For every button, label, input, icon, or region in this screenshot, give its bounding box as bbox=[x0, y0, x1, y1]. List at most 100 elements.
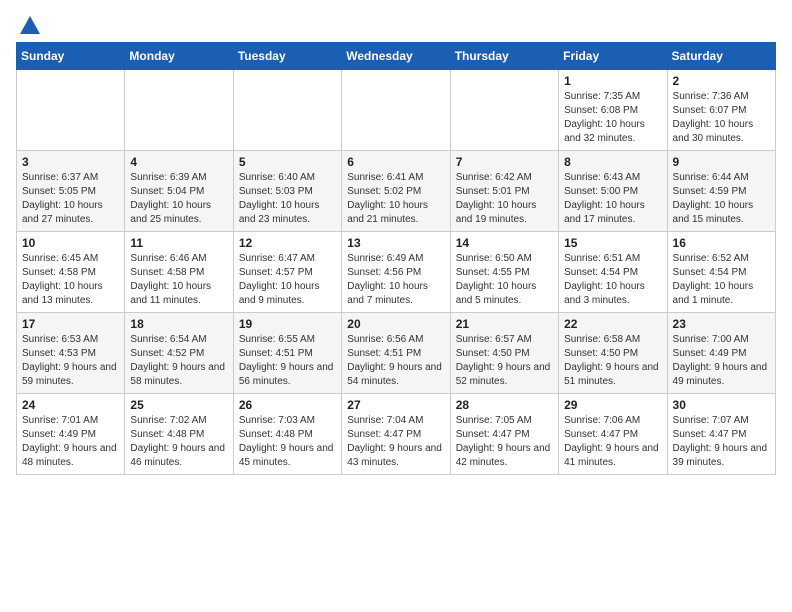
logo bbox=[16, 16, 40, 32]
day-number: 25 bbox=[130, 398, 227, 412]
calendar-cell: 25 Sunrise: 7:02 AM Sunset: 4:48 PM Dayli… bbox=[125, 394, 233, 475]
day-number: 22 bbox=[564, 317, 661, 331]
day-info: Sunrise: 7:06 AM Sunset: 4:47 PM Dayligh… bbox=[564, 414, 661, 470]
calendar-cell: 11 Sunrise: 6:46 AM Sunset: 4:58 PM Dayli… bbox=[125, 232, 233, 313]
day-number: 2 bbox=[673, 74, 770, 88]
day-info: Sunrise: 6:51 AM Sunset: 4:54 PM Dayligh… bbox=[564, 252, 661, 308]
day-info: Sunrise: 6:40 AM Sunset: 5:03 PM Dayligh… bbox=[239, 171, 336, 227]
calendar-cell: 19 Sunrise: 6:55 AM Sunset: 4:51 PM Dayli… bbox=[233, 313, 341, 394]
day-number: 17 bbox=[22, 317, 119, 331]
day-info: Sunrise: 6:57 AM Sunset: 4:50 PM Dayligh… bbox=[456, 333, 553, 389]
day-number: 15 bbox=[564, 236, 661, 250]
day-info: Sunrise: 7:07 AM Sunset: 4:47 PM Dayligh… bbox=[673, 414, 770, 470]
day-info: Sunrise: 6:45 AM Sunset: 4:58 PM Dayligh… bbox=[22, 252, 119, 308]
calendar-cell bbox=[450, 70, 558, 151]
day-info: Sunrise: 6:47 AM Sunset: 4:57 PM Dayligh… bbox=[239, 252, 336, 308]
day-number: 6 bbox=[347, 155, 444, 169]
calendar-cell: 17Sunrise: 6:53 AM Sunset: 4:53 PM Dayli… bbox=[17, 313, 125, 394]
day-number: 29 bbox=[564, 398, 661, 412]
day-info: Sunrise: 6:56 AM Sunset: 4:51 PM Dayligh… bbox=[347, 333, 444, 389]
calendar-cell: 12 Sunrise: 6:47 AM Sunset: 4:57 PM Dayli… bbox=[233, 232, 341, 313]
day-info: Sunrise: 7:05 AM Sunset: 4:47 PM Dayligh… bbox=[456, 414, 553, 470]
day-info: Sunrise: 6:39 AM Sunset: 5:04 PM Dayligh… bbox=[130, 171, 227, 227]
day-number: 3 bbox=[22, 155, 119, 169]
day-number: 12 bbox=[239, 236, 336, 250]
day-number: 18 bbox=[130, 317, 227, 331]
day-number: 21 bbox=[456, 317, 553, 331]
day-info: Sunrise: 7:02 AM Sunset: 4:48 PM Dayligh… bbox=[130, 414, 227, 470]
day-info: Sunrise: 6:49 AM Sunset: 4:56 PM Dayligh… bbox=[347, 252, 444, 308]
calendar-cell: 16 Sunrise: 6:52 AM Sunset: 4:54 PM Dayli… bbox=[667, 232, 775, 313]
weekday-header: Friday bbox=[559, 43, 667, 70]
day-number: 9 bbox=[673, 155, 770, 169]
calendar-cell: 23Sunrise: 7:00 AM Sunset: 4:49 PM Dayli… bbox=[667, 313, 775, 394]
day-number: 19 bbox=[239, 317, 336, 331]
calendar-cell: 4 Sunrise: 6:39 AM Sunset: 5:04 PM Daylig… bbox=[125, 151, 233, 232]
day-number: 13 bbox=[347, 236, 444, 250]
day-info: Sunrise: 6:46 AM Sunset: 4:58 PM Dayligh… bbox=[130, 252, 227, 308]
day-info: Sunrise: 7:36 AM Sunset: 6:07 PM Dayligh… bbox=[673, 90, 770, 146]
day-info: Sunrise: 6:50 AM Sunset: 4:55 PM Dayligh… bbox=[456, 252, 553, 308]
calendar-table: SundayMondayTuesdayWednesdayThursdayFrid… bbox=[16, 42, 776, 475]
day-info: Sunrise: 6:52 AM Sunset: 4:54 PM Dayligh… bbox=[673, 252, 770, 308]
calendar-cell: 22Sunrise: 6:58 AM Sunset: 4:50 PM Dayli… bbox=[559, 313, 667, 394]
day-info: Sunrise: 6:43 AM Sunset: 5:00 PM Dayligh… bbox=[564, 171, 661, 227]
calendar-cell: 1 Sunrise: 7:35 AM Sunset: 6:08 PM Daylig… bbox=[559, 70, 667, 151]
calendar-cell: 21 Sunrise: 6:57 AM Sunset: 4:50 PM Dayli… bbox=[450, 313, 558, 394]
day-info: Sunrise: 7:01 AM Sunset: 4:49 PM Dayligh… bbox=[22, 414, 119, 470]
calendar-cell bbox=[233, 70, 341, 151]
calendar-cell: 7 Sunrise: 6:42 AM Sunset: 5:01 PM Daylig… bbox=[450, 151, 558, 232]
calendar-week-row: 17Sunrise: 6:53 AM Sunset: 4:53 PM Dayli… bbox=[17, 313, 776, 394]
logo-triangle-icon bbox=[20, 16, 40, 34]
day-info: Sunrise: 7:04 AM Sunset: 4:47 PM Dayligh… bbox=[347, 414, 444, 470]
day-number: 26 bbox=[239, 398, 336, 412]
calendar-cell: 10Sunrise: 6:45 AM Sunset: 4:58 PM Dayli… bbox=[17, 232, 125, 313]
day-info: Sunrise: 6:55 AM Sunset: 4:51 PM Dayligh… bbox=[239, 333, 336, 389]
calendar-cell: 5 Sunrise: 6:40 AM Sunset: 5:03 PM Daylig… bbox=[233, 151, 341, 232]
calendar-cell: 27 Sunrise: 7:04 AM Sunset: 4:47 PM Dayli… bbox=[342, 394, 450, 475]
calendar-cell bbox=[342, 70, 450, 151]
calendar-cell: 9 Sunrise: 6:44 AM Sunset: 4:59 PM Daylig… bbox=[667, 151, 775, 232]
day-number: 8 bbox=[564, 155, 661, 169]
page-header bbox=[16, 16, 776, 32]
calendar-header-row: SundayMondayTuesdayWednesdayThursdayFrid… bbox=[17, 43, 776, 70]
day-number: 23 bbox=[673, 317, 770, 331]
calendar-cell: 28 Sunrise: 7:05 AM Sunset: 4:47 PM Dayli… bbox=[450, 394, 558, 475]
day-info: Sunrise: 7:03 AM Sunset: 4:48 PM Dayligh… bbox=[239, 414, 336, 470]
calendar-cell: 30 Sunrise: 7:07 AM Sunset: 4:47 PM Dayli… bbox=[667, 394, 775, 475]
calendar-week-row: 10Sunrise: 6:45 AM Sunset: 4:58 PM Dayli… bbox=[17, 232, 776, 313]
day-number: 1 bbox=[564, 74, 661, 88]
day-number: 4 bbox=[130, 155, 227, 169]
day-number: 16 bbox=[673, 236, 770, 250]
day-number: 20 bbox=[347, 317, 444, 331]
day-number: 30 bbox=[673, 398, 770, 412]
day-info: Sunrise: 6:37 AM Sunset: 5:05 PM Dayligh… bbox=[22, 171, 119, 227]
calendar-cell: 6Sunrise: 6:41 AM Sunset: 5:02 PM Daylig… bbox=[342, 151, 450, 232]
weekday-header: Saturday bbox=[667, 43, 775, 70]
calendar-cell: 8 Sunrise: 6:43 AM Sunset: 5:00 PM Daylig… bbox=[559, 151, 667, 232]
calendar-cell: 18 Sunrise: 6:54 AM Sunset: 4:52 PM Dayli… bbox=[125, 313, 233, 394]
weekday-header: Tuesday bbox=[233, 43, 341, 70]
weekday-header: Monday bbox=[125, 43, 233, 70]
weekday-header: Wednesday bbox=[342, 43, 450, 70]
calendar-cell: 14Sunrise: 6:50 AM Sunset: 4:55 PM Dayli… bbox=[450, 232, 558, 313]
weekday-header: Sunday bbox=[17, 43, 125, 70]
calendar-cell: 13 Sunrise: 6:49 AM Sunset: 4:56 PM Dayli… bbox=[342, 232, 450, 313]
calendar-cell: 15 Sunrise: 6:51 AM Sunset: 4:54 PM Dayli… bbox=[559, 232, 667, 313]
calendar-week-row: 3 Sunrise: 6:37 AM Sunset: 5:05 PM Daylig… bbox=[17, 151, 776, 232]
day-info: Sunrise: 6:44 AM Sunset: 4:59 PM Dayligh… bbox=[673, 171, 770, 227]
day-number: 27 bbox=[347, 398, 444, 412]
day-info: Sunrise: 6:54 AM Sunset: 4:52 PM Dayligh… bbox=[130, 333, 227, 389]
day-info: Sunrise: 7:35 AM Sunset: 6:08 PM Dayligh… bbox=[564, 90, 661, 146]
day-info: Sunrise: 6:42 AM Sunset: 5:01 PM Dayligh… bbox=[456, 171, 553, 227]
day-number: 28 bbox=[456, 398, 553, 412]
calendar-week-row: 1 Sunrise: 7:35 AM Sunset: 6:08 PM Daylig… bbox=[17, 70, 776, 151]
day-number: 5 bbox=[239, 155, 336, 169]
day-number: 24 bbox=[22, 398, 119, 412]
day-number: 11 bbox=[130, 236, 227, 250]
calendar-cell: 24 Sunrise: 7:01 AM Sunset: 4:49 PM Dayli… bbox=[17, 394, 125, 475]
weekday-header: Thursday bbox=[450, 43, 558, 70]
calendar-cell: 26 Sunrise: 7:03 AM Sunset: 4:48 PM Dayli… bbox=[233, 394, 341, 475]
day-number: 7 bbox=[456, 155, 553, 169]
calendar-cell bbox=[125, 70, 233, 151]
